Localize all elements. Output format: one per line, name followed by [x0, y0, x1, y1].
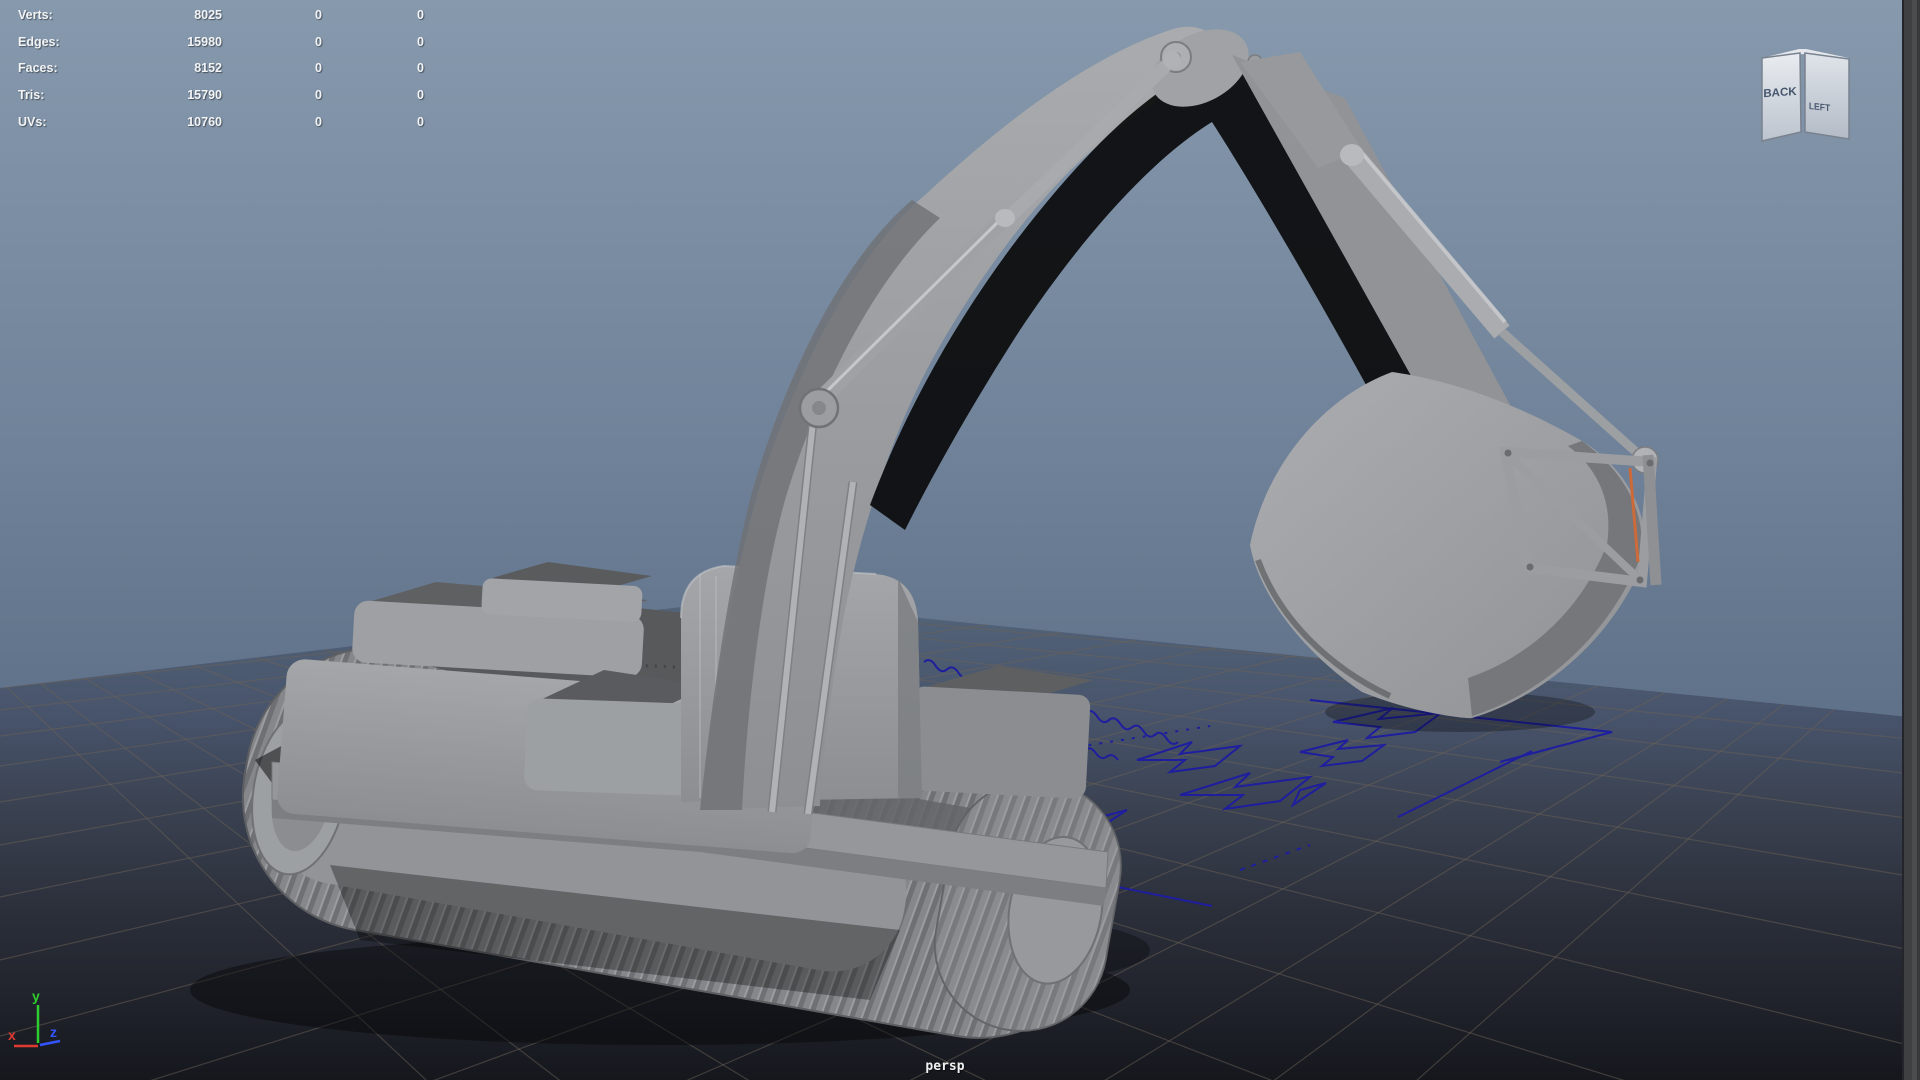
cube-face-back-label: BACK [1763, 86, 1797, 100]
right-panel-edge [1902, 0, 1920, 1080]
viewport-3d[interactable]: Verts: 8025 0 0 Edges: 15980 0 0 Faces: … [0, 0, 1920, 1080]
hud-label: Verts: [18, 8, 104, 22]
hud-label: Tris: [18, 88, 104, 102]
front-box [524, 698, 705, 796]
hud-value: 0 [222, 8, 322, 22]
axis-y-label: y [32, 988, 40, 1004]
camera-label: persp [880, 1059, 1010, 1074]
hud-value: 0 [322, 8, 424, 22]
hud-value: 0 [222, 115, 322, 129]
axis-z-label: z [50, 1024, 57, 1040]
hud-label: Faces: [18, 61, 104, 75]
hud-value: 0 [222, 88, 322, 102]
hud-value: 8152 [104, 61, 222, 75]
axis-z-line [40, 1041, 60, 1045]
hud-value: 0 [322, 35, 424, 49]
scene-canvas[interactable] [0, 0, 1920, 1080]
hud-value: 0 [322, 88, 424, 102]
hud-value: 15790 [104, 88, 222, 102]
boom-pivot-center [812, 401, 826, 415]
counterweight [908, 686, 1091, 799]
axis-x-label: x [8, 1027, 16, 1043]
hud-value: 0 [322, 115, 424, 129]
view-cube[interactable]: BACK LEFT [1752, 40, 1872, 150]
hud-value: 15980 [104, 35, 222, 49]
hud-label: UVs: [18, 115, 104, 129]
cube-face-left[interactable] [1805, 53, 1849, 139]
hud-value: 0 [222, 35, 322, 49]
hud-value: 0 [322, 61, 424, 75]
hud-label: Edges: [18, 35, 104, 49]
axis-gizmo: y x z [0, 985, 90, 1075]
hud-value: 10760 [104, 115, 222, 129]
poly-count-hud: Verts: 8025 0 0 Edges: 15980 0 0 Faces: … [18, 2, 424, 135]
hud-value: 0 [222, 61, 322, 75]
hud-value: 8025 [104, 8, 222, 22]
